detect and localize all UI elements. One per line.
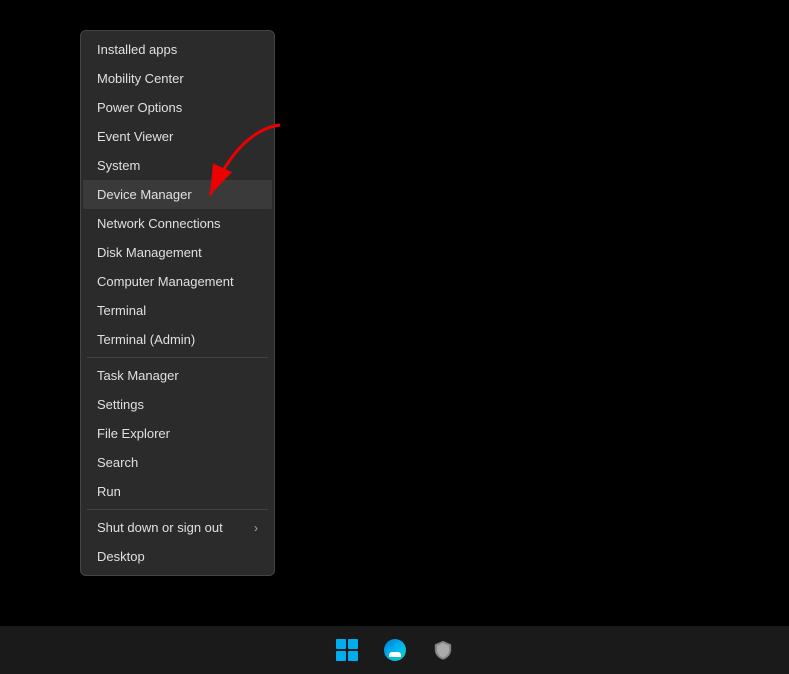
menu-item-label-network-connections: Network Connections: [97, 216, 221, 231]
security-icon: [432, 639, 454, 661]
menu-item-label-shutdown: Shut down or sign out: [97, 520, 223, 535]
menu-item-label-system: System: [97, 158, 140, 173]
windows-logo-icon: [336, 639, 358, 661]
menu-item-disk-management[interactable]: Disk Management: [83, 238, 272, 267]
menu-item-desktop[interactable]: Desktop: [83, 542, 272, 571]
menu-item-label-disk-management: Disk Management: [97, 245, 202, 260]
edge-icon: [384, 639, 406, 661]
menu-item-system[interactable]: System: [83, 151, 272, 180]
menu-item-power-options[interactable]: Power Options: [83, 93, 272, 122]
menu-item-settings[interactable]: Settings: [83, 390, 272, 419]
menu-item-terminal[interactable]: Terminal: [83, 296, 272, 325]
security-button[interactable]: [423, 630, 463, 670]
menu-item-label-run: Run: [97, 484, 121, 499]
menu-item-network-connections[interactable]: Network Connections: [83, 209, 272, 238]
menu-item-label-mobility-center: Mobility Center: [97, 71, 184, 86]
edge-button[interactable]: [375, 630, 415, 670]
submenu-arrow-icon: ›: [254, 521, 258, 535]
menu-divider: [87, 509, 268, 510]
menu-item-label-installed-apps: Installed apps: [97, 42, 177, 57]
menu-item-device-manager[interactable]: Device Manager: [83, 180, 272, 209]
menu-item-label-file-explorer: File Explorer: [97, 426, 170, 441]
menu-item-label-task-manager: Task Manager: [97, 368, 179, 383]
menu-item-file-explorer[interactable]: File Explorer: [83, 419, 272, 448]
menu-item-label-terminal: Terminal: [97, 303, 146, 318]
menu-item-label-event-viewer: Event Viewer: [97, 129, 173, 144]
taskbar: [0, 626, 789, 674]
context-menu: Installed apps Mobility Center Power Optio…: [80, 30, 275, 576]
menu-item-search[interactable]: Search: [83, 448, 272, 477]
menu-item-label-search: Search: [97, 455, 138, 470]
menu-item-label-power-options: Power Options: [97, 100, 182, 115]
start-button[interactable]: [327, 630, 367, 670]
menu-divider: [87, 357, 268, 358]
menu-item-mobility-center[interactable]: Mobility Center: [83, 64, 272, 93]
menu-item-installed-apps[interactable]: Installed apps: [83, 35, 272, 64]
menu-item-label-computer-management: Computer Management: [97, 274, 234, 289]
menu-item-shutdown[interactable]: Shut down or sign out ›: [83, 513, 272, 542]
menu-item-computer-management[interactable]: Computer Management: [83, 267, 272, 296]
menu-item-run[interactable]: Run: [83, 477, 272, 506]
menu-item-terminal-admin[interactable]: Terminal (Admin): [83, 325, 272, 354]
menu-item-task-manager[interactable]: Task Manager: [83, 361, 272, 390]
menu-item-label-settings: Settings: [97, 397, 144, 412]
menu-item-label-desktop: Desktop: [97, 549, 145, 564]
menu-item-event-viewer[interactable]: Event Viewer: [83, 122, 272, 151]
menu-item-label-device-manager: Device Manager: [97, 187, 192, 202]
menu-item-label-terminal-admin: Terminal (Admin): [97, 332, 195, 347]
